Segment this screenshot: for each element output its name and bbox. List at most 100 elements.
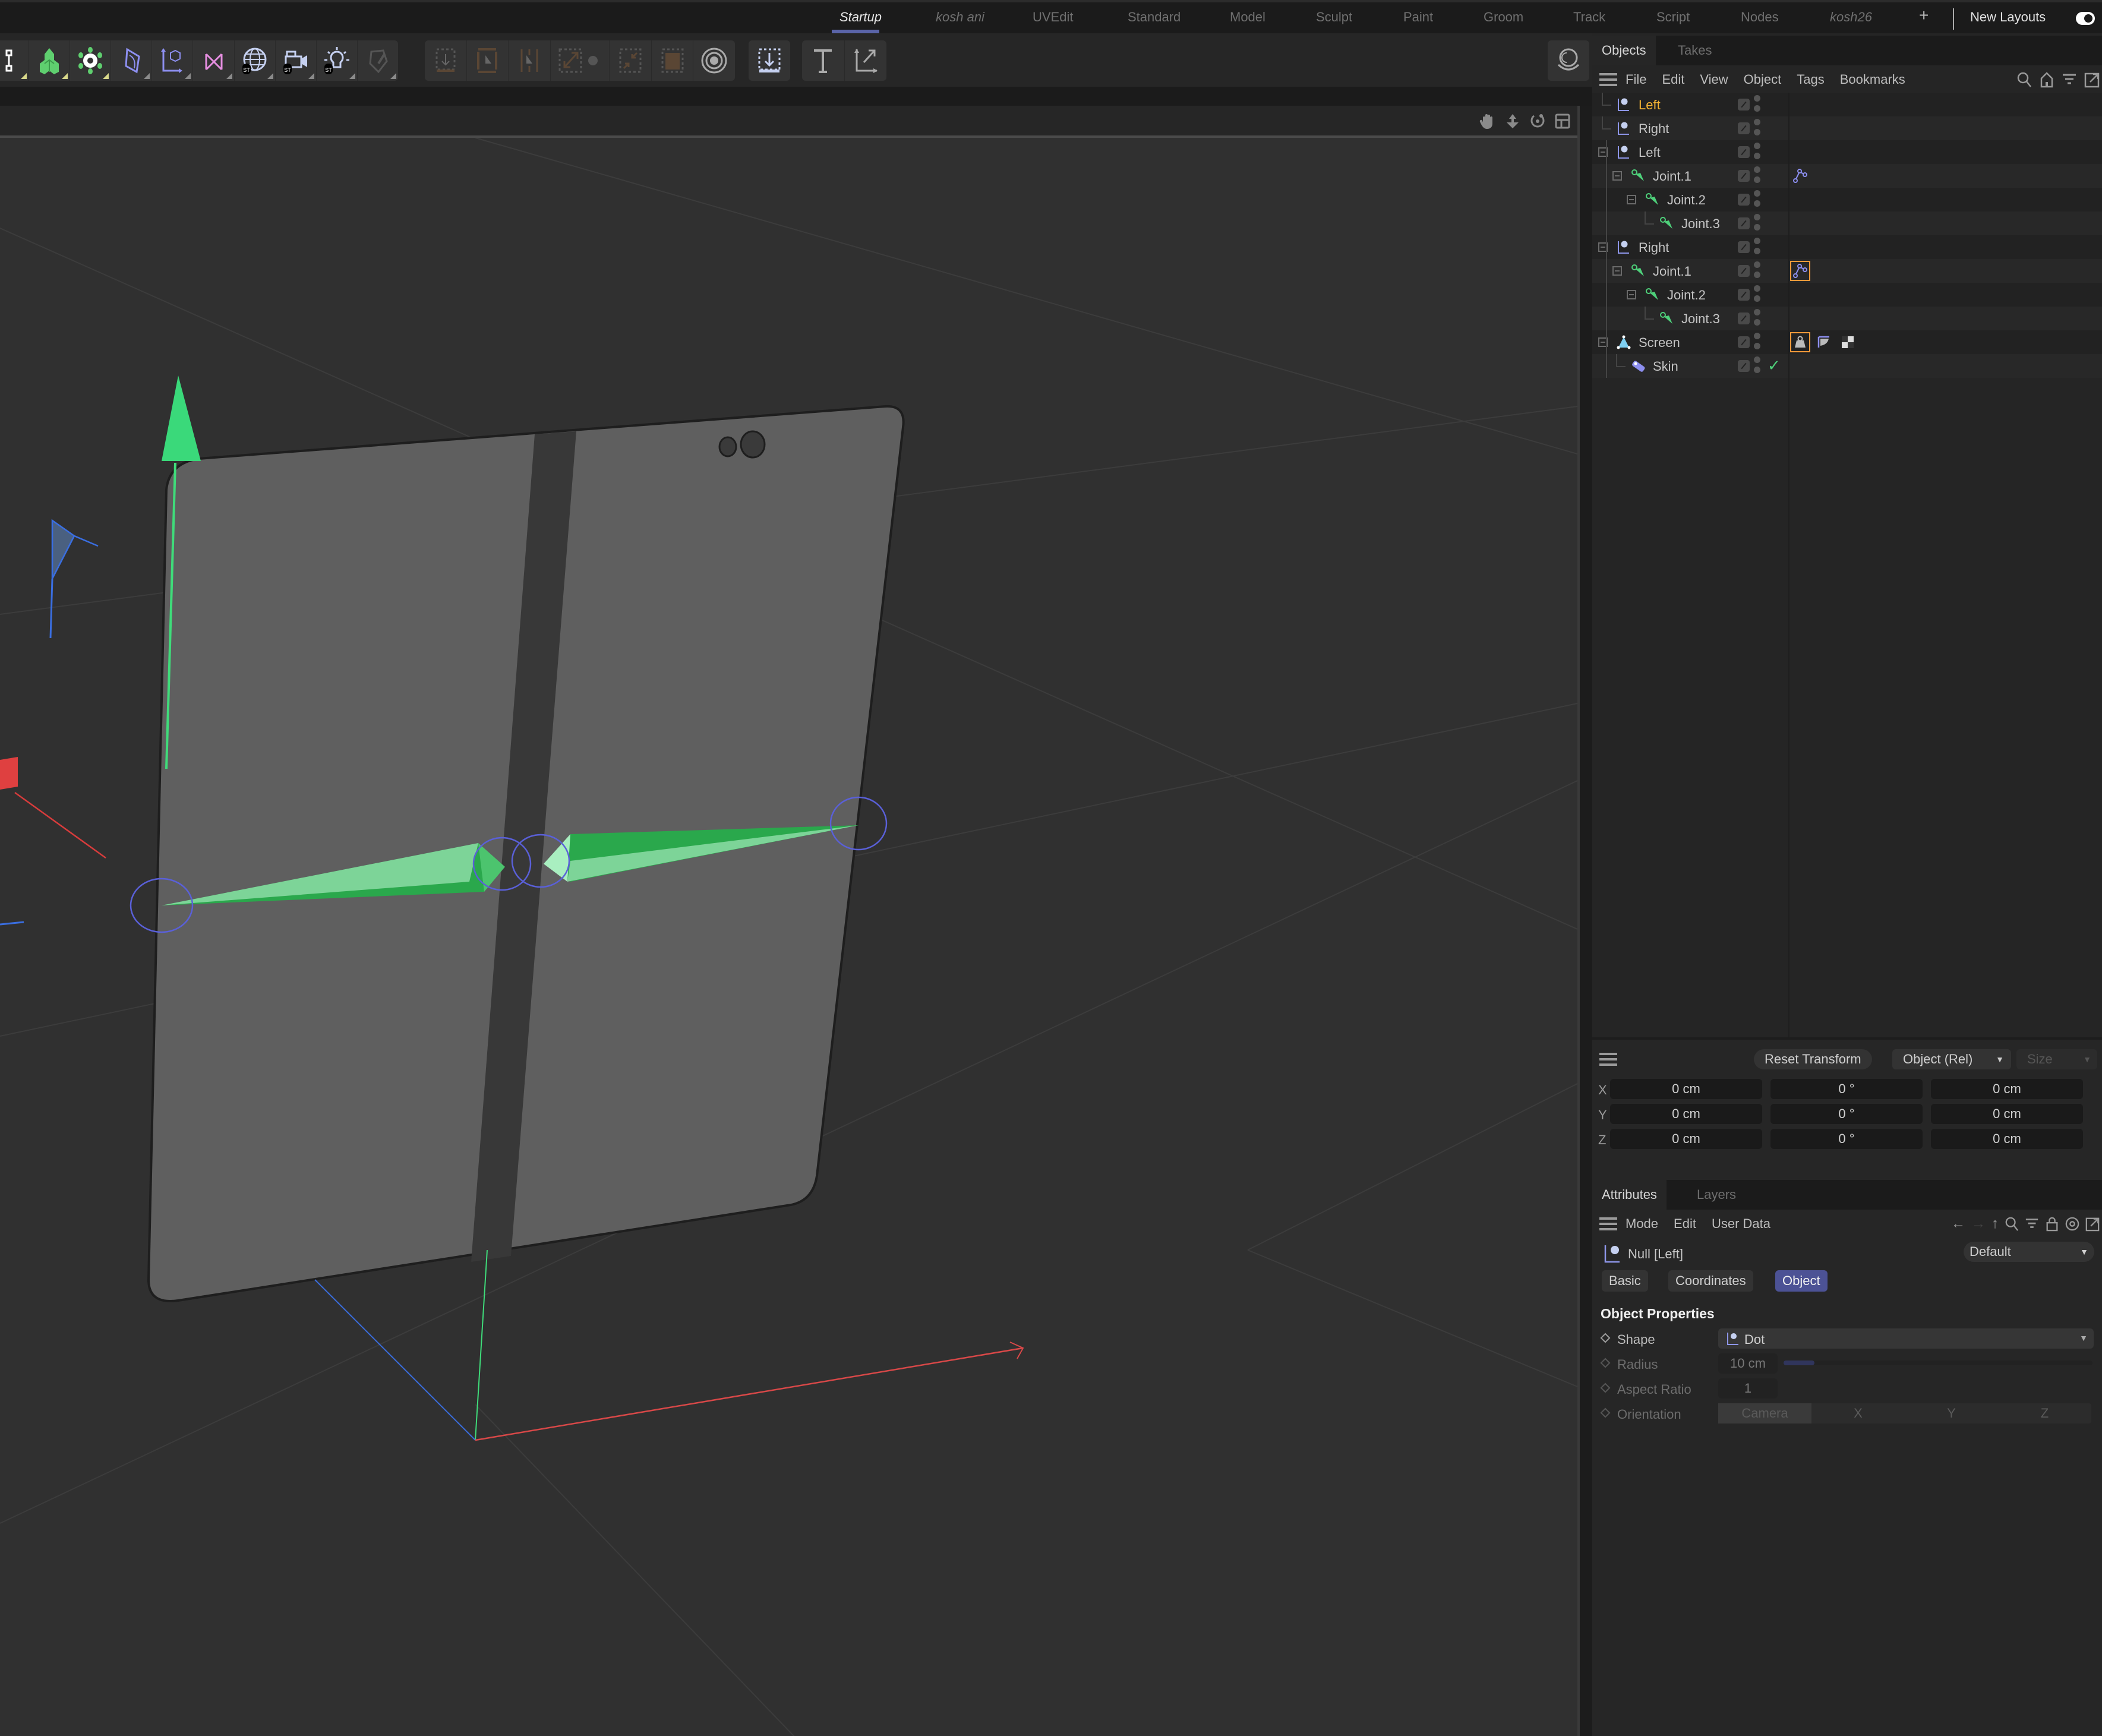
tab-objects[interactable]: Objects bbox=[1592, 36, 1656, 65]
position-field[interactable]: 0 cm bbox=[1610, 1104, 1762, 1124]
dolly-icon[interactable] bbox=[1503, 112, 1522, 131]
tree-row[interactable]: Left bbox=[1592, 140, 2102, 164]
editor-visibility-icon[interactable] bbox=[1738, 146, 1750, 158]
reset-transform-button[interactable]: Reset Transform bbox=[1754, 1049, 1872, 1069]
tree-row[interactable]: Skin ✓ bbox=[1592, 354, 2102, 378]
editor-visibility-icon[interactable] bbox=[1738, 360, 1750, 372]
editor-visibility-icon[interactable] bbox=[1738, 170, 1750, 182]
fields-button[interactable] bbox=[111, 40, 153, 81]
tree-row[interactable]: Screen bbox=[1592, 330, 2102, 354]
object-name[interactable]: Joint.2 bbox=[1667, 192, 1706, 208]
render-region-button[interactable] bbox=[467, 40, 509, 81]
paint-tool-button[interactable] bbox=[358, 40, 398, 81]
generators-button[interactable] bbox=[29, 40, 71, 81]
editor-visibility-icon[interactable] bbox=[1738, 122, 1750, 134]
menu-file[interactable]: File bbox=[1626, 72, 1646, 87]
radius-input[interactable]: 10 cm bbox=[1718, 1353, 1778, 1374]
menu-bookmarks[interactable]: Bookmarks bbox=[1840, 72, 1905, 87]
rotation-field[interactable]: 0 ° bbox=[1770, 1129, 1923, 1149]
home-icon[interactable] bbox=[2039, 71, 2054, 88]
tree-row[interactable]: Joint.2 bbox=[1592, 188, 2102, 212]
bake-button[interactable] bbox=[425, 40, 467, 81]
visibility-dots-icon[interactable] bbox=[1754, 356, 1761, 377]
axis-tool-button[interactable] bbox=[845, 40, 887, 81]
layout-tab-paint[interactable]: Paint bbox=[1403, 10, 1433, 25]
filter-icon[interactable] bbox=[2025, 1216, 2039, 1232]
object-name[interactable]: Skin bbox=[1653, 359, 1678, 374]
tree-row[interactable]: Left bbox=[1592, 93, 2102, 116]
light-button[interactable]: ST bbox=[317, 40, 358, 81]
target-icon[interactable] bbox=[2065, 1216, 2079, 1232]
menu-edit[interactable]: Edit bbox=[1662, 72, 1684, 87]
orientation-option-camera[interactable]: Camera bbox=[1718, 1403, 1811, 1423]
editor-visibility-icon[interactable] bbox=[1738, 265, 1750, 277]
menu-object[interactable]: Object bbox=[1744, 72, 1782, 87]
enabled-check-icon[interactable]: ✓ bbox=[1768, 356, 1781, 375]
layout-tab-kosh26[interactable]: kosh26 bbox=[1830, 10, 1872, 25]
collapse-toggle-icon[interactable] bbox=[1627, 290, 1636, 299]
layout-switch-icon[interactable] bbox=[1553, 112, 1572, 131]
layout-tab-nodes[interactable]: Nodes bbox=[1741, 10, 1779, 25]
object-name[interactable]: Joint.3 bbox=[1681, 311, 1720, 327]
camera-button[interactable]: ST bbox=[276, 40, 317, 81]
lock-icon[interactable] bbox=[2045, 1216, 2059, 1232]
orbit-button[interactable] bbox=[1548, 40, 1589, 81]
render-fill-button[interactable] bbox=[652, 40, 694, 81]
scale-field[interactable]: 0 cm bbox=[1931, 1079, 2083, 1099]
visibility-dots-icon[interactable] bbox=[1754, 190, 1761, 210]
rotation-field[interactable]: 0 ° bbox=[1770, 1079, 1923, 1099]
editor-visibility-icon[interactable] bbox=[1738, 99, 1750, 111]
layout-tab-startup[interactable]: Startup bbox=[839, 10, 882, 25]
subtab-basic[interactable]: Basic bbox=[1602, 1270, 1648, 1292]
tree-row[interactable]: Right bbox=[1592, 116, 2102, 140]
object-name[interactable]: Joint.1 bbox=[1653, 264, 1691, 279]
layout-tab-sculpt[interactable]: Sculpt bbox=[1316, 10, 1352, 25]
tab-takes[interactable]: Takes bbox=[1668, 36, 1721, 65]
visibility-dots-icon[interactable] bbox=[1754, 95, 1761, 115]
visibility-dots-icon[interactable] bbox=[1754, 261, 1761, 282]
shrink-button[interactable] bbox=[610, 40, 652, 81]
scale-button[interactable] bbox=[551, 40, 610, 81]
menu-icon[interactable] bbox=[1599, 73, 1617, 86]
tree-row[interactable]: Joint.1 bbox=[1592, 164, 2102, 188]
material-tag-icon[interactable] bbox=[1838, 332, 1858, 352]
panel-splitter[interactable] bbox=[1577, 106, 1592, 1736]
pan-icon[interactable] bbox=[1478, 112, 1497, 131]
object-name[interactable]: Screen bbox=[1639, 335, 1680, 351]
back-arrow-icon[interactable]: ← bbox=[1951, 1216, 1965, 1232]
phong-tag-icon[interactable] bbox=[1814, 332, 1834, 352]
editor-visibility-icon[interactable] bbox=[1738, 217, 1750, 229]
size-select[interactable]: Size ▼ bbox=[2016, 1049, 2097, 1069]
tree-row[interactable]: Joint.3 bbox=[1592, 307, 2102, 330]
import-button[interactable] bbox=[749, 40, 790, 81]
menu-icon[interactable] bbox=[1599, 1217, 1617, 1230]
rotate-view-icon[interactable] bbox=[1528, 112, 1547, 131]
orientation-option-y[interactable]: Y bbox=[1905, 1403, 1998, 1423]
collapse-toggle-icon[interactable] bbox=[1627, 195, 1636, 204]
editor-visibility-icon[interactable] bbox=[1738, 241, 1750, 253]
preset-select[interactable]: Default ▼ bbox=[1964, 1242, 2094, 1262]
ik-tag-icon[interactable] bbox=[1790, 166, 1810, 186]
new-window-icon[interactable] bbox=[2084, 71, 2100, 88]
object-name[interactable]: Left bbox=[1639, 145, 1661, 160]
filter-icon[interactable] bbox=[2062, 71, 2077, 88]
layout-tab-standard[interactable]: Standard bbox=[1128, 10, 1181, 25]
menu-user-data[interactable]: User Data bbox=[1712, 1216, 1770, 1232]
layout-tab-script[interactable]: Script bbox=[1656, 10, 1690, 25]
ik-tag-icon[interactable] bbox=[1790, 261, 1810, 281]
tab-attributes[interactable]: Attributes bbox=[1592, 1180, 1667, 1210]
menu-tags[interactable]: Tags bbox=[1797, 72, 1824, 87]
editor-visibility-icon[interactable] bbox=[1738, 336, 1750, 348]
keyframe-diamond-icon[interactable] bbox=[1600, 1407, 1611, 1418]
object-name[interactable]: Joint.2 bbox=[1667, 288, 1706, 303]
up-arrow-icon[interactable]: ↑ bbox=[1991, 1216, 1999, 1232]
search-icon[interactable] bbox=[2005, 1216, 2019, 1232]
visibility-dots-icon[interactable] bbox=[1754, 333, 1761, 353]
collapse-toggle-icon[interactable] bbox=[1612, 266, 1622, 276]
scale-field[interactable]: 0 cm bbox=[1931, 1129, 2083, 1149]
keyframe-diamond-icon[interactable] bbox=[1600, 1333, 1611, 1343]
radius-slider[interactable] bbox=[1784, 1361, 2092, 1365]
menu-mode[interactable]: Mode bbox=[1626, 1216, 1658, 1232]
text-tool-button[interactable] bbox=[802, 40, 845, 81]
tree-row[interactable]: Joint.1 bbox=[1592, 259, 2102, 283]
